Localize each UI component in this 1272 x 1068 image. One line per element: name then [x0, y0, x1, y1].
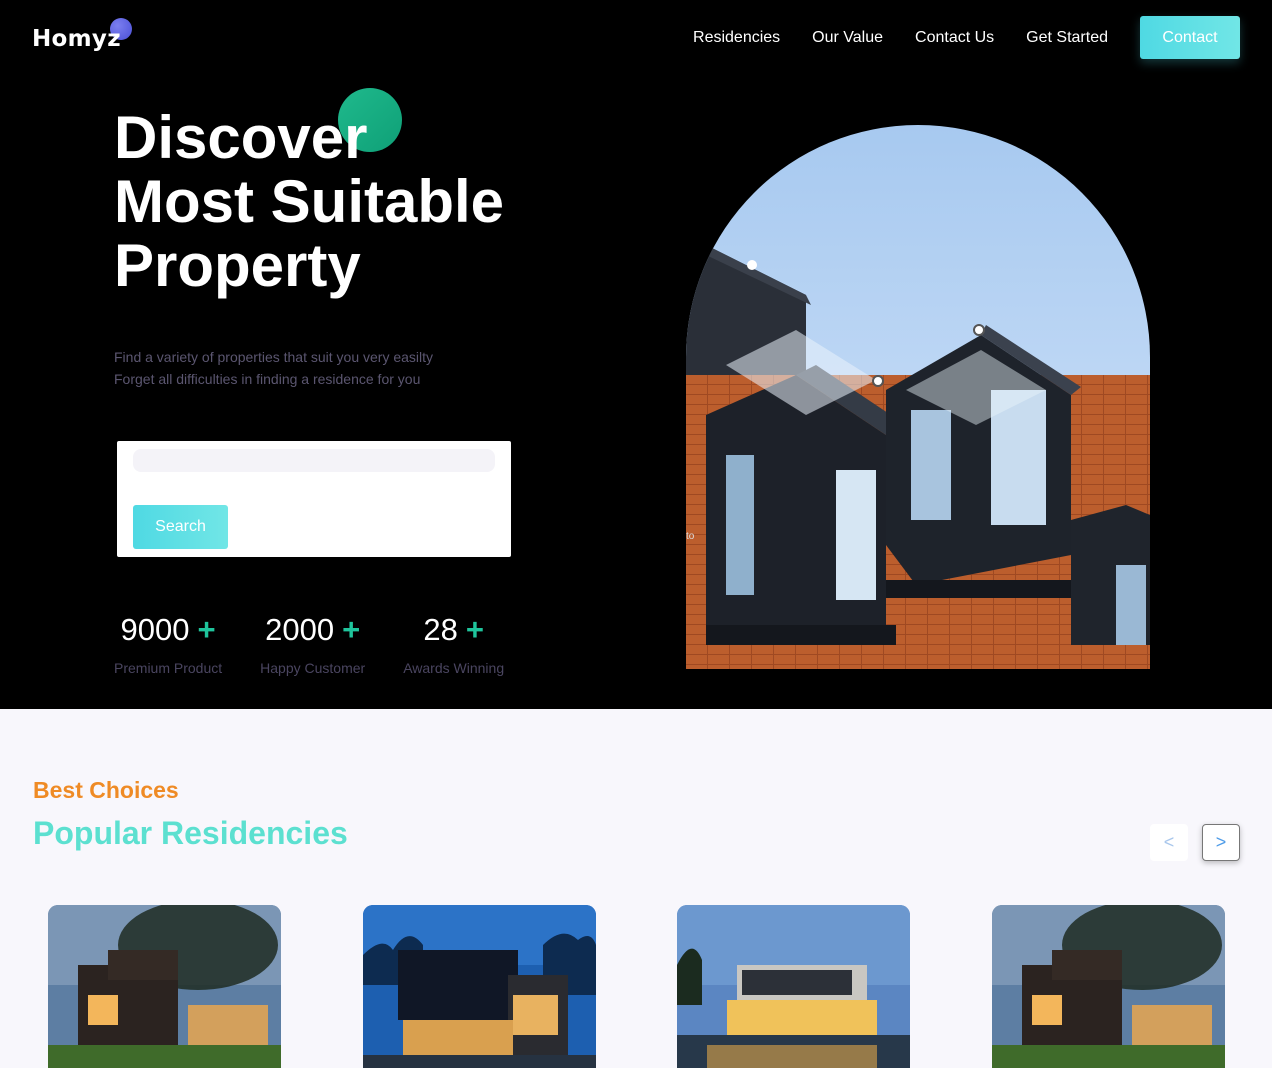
stat-value: 2000: [265, 612, 335, 647]
hero-section: Homyz Residencies Our Value Contact Us G…: [0, 0, 1272, 709]
nav-contact-us[interactable]: Contact Us: [915, 29, 994, 47]
stat-premium-product: 9000 + Premium Product: [114, 612, 222, 676]
stat-plus: +: [342, 612, 361, 647]
search-button[interactable]: Search: [133, 505, 228, 549]
stat-value-wrap: 9000 +: [121, 612, 216, 648]
hero-title: Discover Most Suitable Property: [114, 106, 504, 298]
hero-description-line: Find a variety of properties that suit y…: [114, 349, 434, 365]
stat-value: 28: [423, 612, 458, 647]
stat-label: Awards Winning: [403, 660, 505, 676]
hero-description: Find a variety of properties that suit y…: [114, 346, 433, 390]
nav-get-started[interactable]: Get Started: [1026, 29, 1108, 47]
hero-description-line: Forget all difficulties in finding a res…: [114, 371, 421, 387]
lit-villa-pool-image: [677, 905, 910, 1068]
brand-name: Homyz: [32, 26, 121, 52]
stat-value: 9000: [120, 612, 190, 647]
stat-plus: +: [465, 612, 484, 647]
hero-title-line: Property: [114, 232, 361, 299]
stat-value-wrap: 28 +: [423, 612, 484, 648]
residency-card-image[interactable]: [48, 905, 281, 1068]
search-box: Search: [117, 441, 511, 557]
residency-card-image[interactable]: [992, 905, 1225, 1068]
nav-residencies[interactable]: Residencies: [693, 29, 780, 47]
residency-card-image[interactable]: [677, 905, 910, 1068]
hero-building-illustration: [686, 245, 1150, 669]
image-stray-text: to: [686, 531, 695, 542]
search-input[interactable]: [133, 449, 495, 472]
stat-plus: +: [197, 612, 216, 647]
stat-label: Premium Product: [114, 660, 223, 676]
carousel-prev-button[interactable]: <: [1150, 824, 1188, 861]
house-tree-image: [48, 905, 281, 1068]
contact-button[interactable]: Contact: [1140, 16, 1240, 59]
section-tag: Best Choices: [33, 777, 179, 803]
top-nav: Residencies Our Value Contact Us Get Sta…: [693, 16, 1240, 59]
stats-row: 9000 + Premium Product 2000 + Happy Custom…: [114, 612, 542, 676]
stat-happy-customer: 2000 + Happy Customer: [260, 612, 365, 676]
hero-title-line: Discover: [114, 104, 368, 171]
popular-section: Best Choices Popular Residencies < >: [0, 709, 1272, 1068]
section-title: Popular Residencies: [33, 815, 348, 851]
nav-our-value[interactable]: Our Value: [812, 29, 883, 47]
carousel-next-button[interactable]: >: [1202, 824, 1240, 861]
hero-image: to: [686, 125, 1150, 669]
stat-label: Happy Customer: [260, 660, 366, 676]
residency-card-image[interactable]: [363, 905, 596, 1068]
dark-cube-house-image: [363, 905, 596, 1068]
stat-awards-winning: 28 + Awards Winning: [403, 612, 504, 676]
house-tree-image: [992, 905, 1225, 1068]
stat-value-wrap: 2000 +: [265, 612, 360, 648]
hero-title-line: Most Suitable: [114, 168, 505, 235]
